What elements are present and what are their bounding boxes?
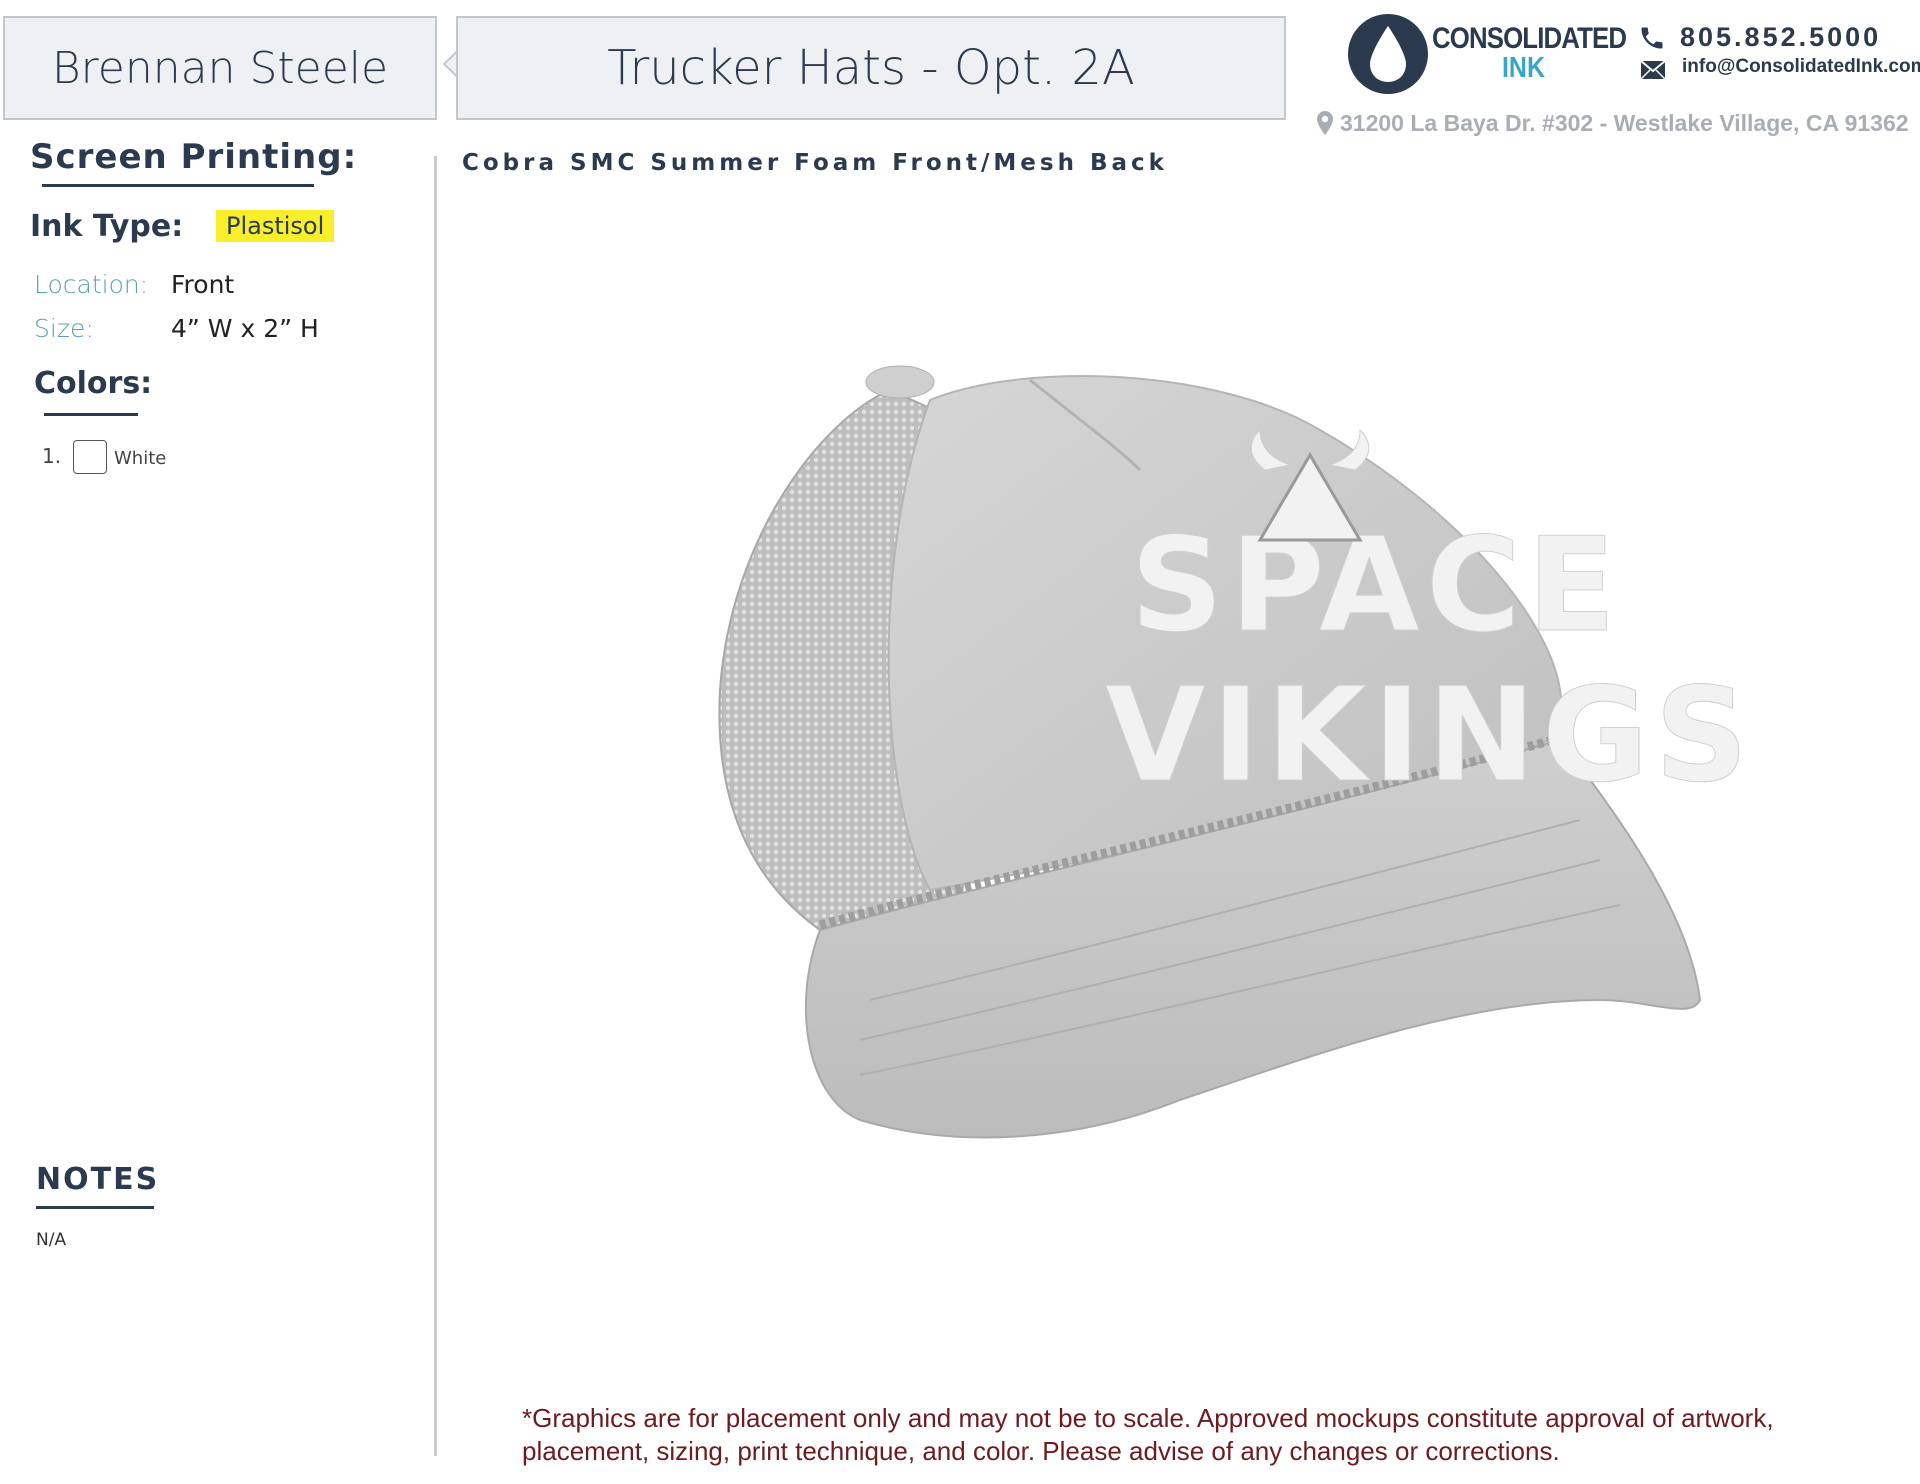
size-label: Size: <box>34 314 94 343</box>
location-label: Location: <box>34 270 149 299</box>
phone-icon <box>1641 27 1663 49</box>
company-email[interactable]: info@ConsolidatedInk.com <box>1682 56 1920 78</box>
location-value: Front <box>171 270 235 299</box>
notes-title: NOTES <box>36 1162 160 1197</box>
ink-drop-icon <box>1348 14 1428 94</box>
disclaimer-text: *Graphics are for placement only and may… <box>522 1403 1774 1466</box>
job-title: Trucker Hats - Opt. 2A <box>456 16 1286 120</box>
hat-mockup-image: SPACE VIKINGS <box>718 365 1754 1139</box>
colors-title: Colors: <box>34 366 153 401</box>
color-number: 1. <box>42 444 62 468</box>
color-swatch <box>73 440 107 474</box>
company-phone[interactable]: 805.852.5000 <box>1680 22 1881 53</box>
size-value: 4” W x 2” H <box>171 314 319 343</box>
customer-name: Brennan Steele <box>3 16 437 120</box>
design-text-line1: SPACE <box>1130 509 1622 661</box>
design-text-line2: VIKINGS <box>1105 659 1754 811</box>
logo-wordmark-consolidated: CONSOLIDATED <box>1432 22 1627 55</box>
ink-type-value: Plastisol <box>216 210 335 242</box>
product-name: Cobra SMC Summer Foam Front/Mesh Back <box>462 150 1168 176</box>
company-address: 31200 La Baya Dr. #302 - Westlake Villag… <box>1340 110 1909 136</box>
logo-wordmark-ink: INK <box>1502 52 1545 84</box>
notes-value: N/A <box>36 1230 67 1250</box>
column-divider <box>434 156 437 1456</box>
notes-underline <box>36 1206 154 1209</box>
mail-icon <box>1640 60 1666 80</box>
section-underline <box>42 184 314 187</box>
color-name: White <box>114 448 167 469</box>
map-pin-icon <box>1317 111 1333 135</box>
colors-underline <box>44 413 138 416</box>
screen-printing-title: Screen Printing: <box>30 137 358 177</box>
ink-type-label: Ink Type: <box>30 209 184 244</box>
